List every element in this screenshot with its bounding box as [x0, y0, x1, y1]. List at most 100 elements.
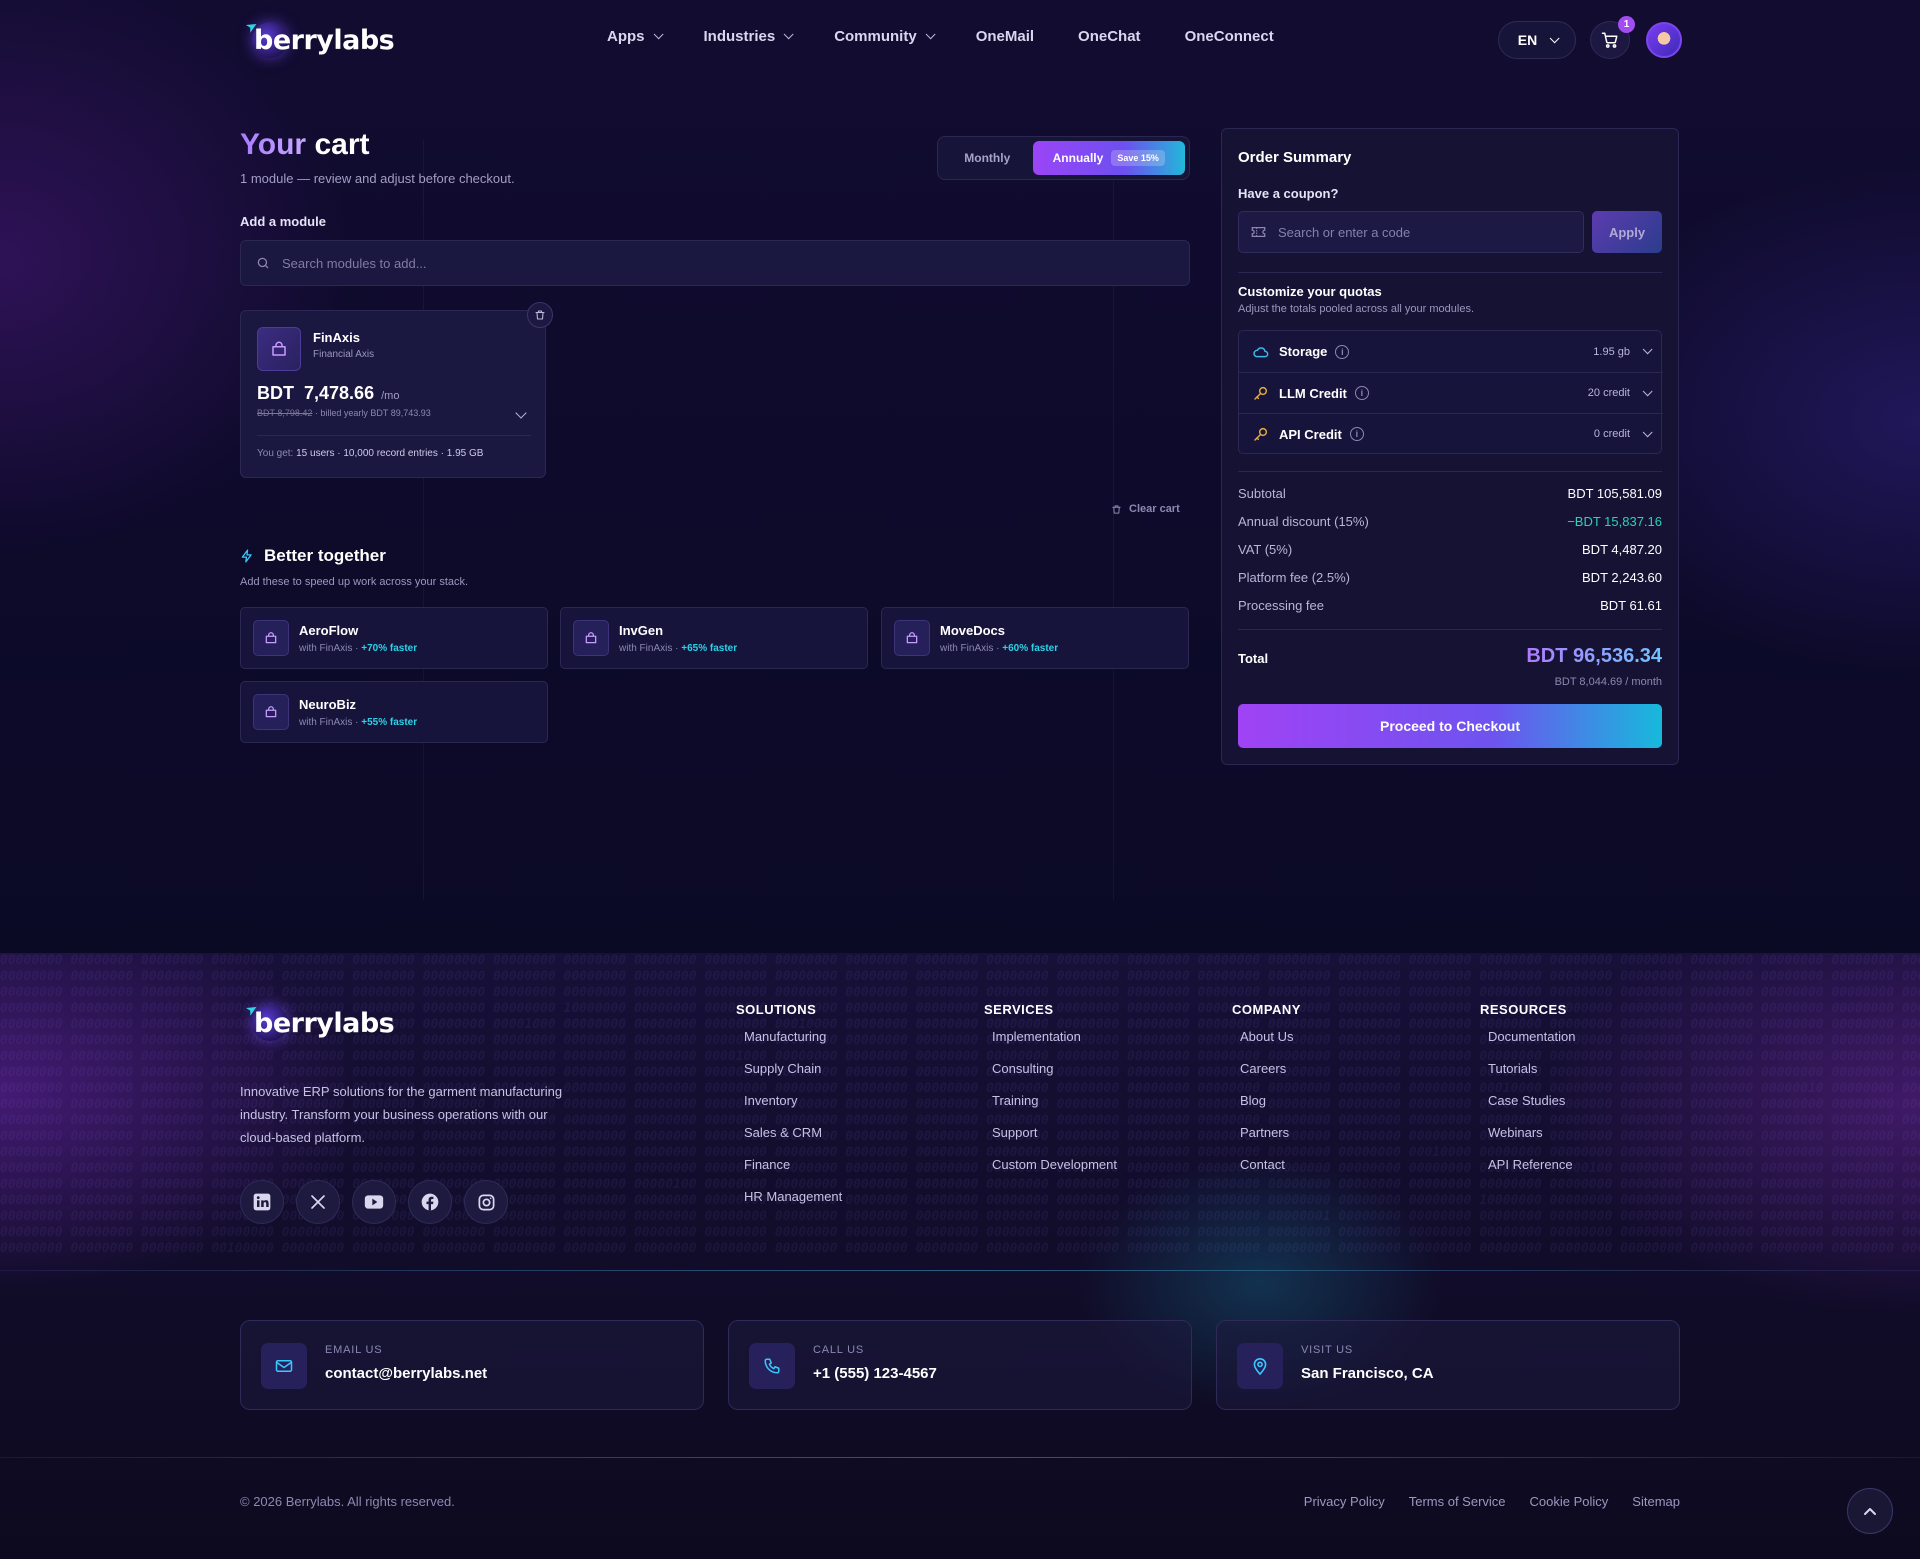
- clear-cart-button[interactable]: Clear cart: [1111, 503, 1180, 515]
- top-navigation: ➤ berrylabs Apps Industries Community On…: [240, 0, 1682, 80]
- contact-value: contact@berrylabs.net: [325, 1365, 488, 1382]
- nav-link-oneconnect[interactable]: OneConnect: [1185, 28, 1274, 45]
- proceed-to-checkout-button[interactable]: Proceed to Checkout: [1238, 704, 1662, 748]
- info-icon[interactable]: i: [1354, 386, 1369, 400]
- line-value: BDT 2,243.60: [1582, 570, 1662, 585]
- brand-name: berrylabs: [254, 1007, 395, 1039]
- module-icon: [253, 620, 289, 656]
- module-billed-yearly: · billed yearly BDT 89,743.93: [314, 408, 431, 418]
- nav-link-onechat[interactable]: OneChat: [1078, 28, 1141, 45]
- facebook-link[interactable]: [408, 1180, 452, 1224]
- footer-link[interactable]: About Us: [1240, 1029, 1301, 1061]
- footer-link[interactable]: Partners: [1240, 1125, 1301, 1157]
- footer-link[interactable]: Contact: [1240, 1157, 1301, 1189]
- cookie-policy-link[interactable]: Cookie Policy: [1530, 1494, 1609, 1509]
- contact-card-phone[interactable]: CALL US +1 (555) 123-4567: [728, 1320, 1192, 1410]
- footer-link[interactable]: Tutorials: [1488, 1061, 1575, 1093]
- quota-list: Storage i 1.95 gb LLM Credit i 20 credit…: [1238, 330, 1663, 454]
- footer-link[interactable]: Sales & CRM: [744, 1125, 842, 1157]
- contact-icon-box: [261, 1343, 307, 1389]
- footer-link[interactable]: Case Studies: [1488, 1093, 1575, 1125]
- footer-link[interactable]: Inventory: [744, 1093, 842, 1125]
- linkedin-link[interactable]: [240, 1180, 284, 1224]
- footer-link[interactable]: Blog: [1240, 1093, 1301, 1125]
- info-icon[interactable]: i: [1349, 427, 1364, 441]
- line-label: Annual discount (15%): [1238, 514, 1369, 529]
- footer-link[interactable]: Implementation: [992, 1029, 1117, 1061]
- footer-link[interactable]: Manufacturing: [744, 1029, 842, 1061]
- chevron-down-icon: [1642, 385, 1653, 396]
- nav-link-community[interactable]: Community: [834, 28, 936, 45]
- nav-link-onemail[interactable]: OneMail: [976, 28, 1034, 45]
- line-value: BDT 4,487.20: [1582, 542, 1662, 557]
- quota-name: Storage: [1279, 344, 1328, 359]
- footer-link[interactable]: Training: [992, 1093, 1117, 1125]
- module-icon: [257, 327, 301, 371]
- footer-brand-logo[interactable]: ➤ berrylabs: [240, 999, 395, 1045]
- youtube-link[interactable]: [352, 1180, 396, 1224]
- suggested-module-invgen[interactable]: InvGen with FinAxis · +65% faster: [560, 607, 868, 669]
- chevron-down-icon: [783, 29, 794, 40]
- x-icon: [311, 1195, 325, 1209]
- suggested-module-detail: with FinAxis · +60% faster: [940, 643, 1058, 654]
- language-selector[interactable]: EN: [1498, 21, 1576, 59]
- footer-link[interactable]: API Reference: [1488, 1157, 1575, 1189]
- billing-annually-label: Annually: [1052, 151, 1104, 165]
- terms-of-service-link[interactable]: Terms of Service: [1409, 1494, 1506, 1509]
- suggested-module-movedocs[interactable]: MoveDocs with FinAxis · +60% faster: [881, 607, 1189, 669]
- chevron-down-icon: [925, 29, 936, 40]
- chevron-up-icon: [1864, 1508, 1876, 1515]
- module-search-input[interactable]: [282, 255, 1132, 271]
- contact-card-email[interactable]: EMAIL US contact@berrylabs.net: [240, 1320, 704, 1410]
- suggested-module-detail: with FinAxis · +65% faster: [619, 643, 737, 654]
- suggested-module-detail: with FinAxis · +55% faster: [299, 717, 417, 728]
- quota-row-api-credit[interactable]: API Credit i 0 credit: [1239, 413, 1663, 454]
- contact-label: EMAIL US: [325, 1344, 383, 1356]
- footer-link[interactable]: Webinars: [1488, 1125, 1575, 1157]
- privacy-policy-link[interactable]: Privacy Policy: [1304, 1494, 1385, 1509]
- quota-name: LLM Credit: [1279, 385, 1347, 401]
- key-icon: [1254, 386, 1268, 400]
- chevron-down-icon[interactable]: [515, 407, 527, 419]
- footer-link[interactable]: Custom Development: [992, 1157, 1117, 1189]
- quota-row-llm-credit[interactable]: LLM Credit i 20 credit: [1239, 372, 1663, 413]
- instagram-link[interactable]: [464, 1180, 508, 1224]
- footer-link[interactable]: Documentation: [1488, 1029, 1575, 1061]
- suggested-module-with: with FinAxis ·: [940, 643, 1000, 654]
- footer-link[interactable]: HR Management: [744, 1189, 842, 1221]
- speed-boost: +60% faster: [1002, 643, 1059, 654]
- cart-button[interactable]: 1: [1590, 16, 1635, 59]
- coupon-input[interactable]: [1278, 224, 1578, 240]
- quota-value: 1.95 gb: [1593, 345, 1630, 358]
- cart-count-badge: 1: [1618, 16, 1635, 33]
- contact-card-location[interactable]: VISIT US San Francisco, CA: [1216, 1320, 1680, 1410]
- footer-link[interactable]: Supply Chain: [744, 1061, 842, 1093]
- nav-link-label: Industries: [703, 28, 776, 45]
- footer-link[interactable]: Careers: [1240, 1061, 1301, 1093]
- user-avatar[interactable]: [1646, 22, 1682, 58]
- speed-boost: +70% faster: [361, 643, 418, 654]
- suggested-module-neurobiz[interactable]: NeuroBiz with FinAxis · +55% faster: [240, 681, 548, 743]
- quota-row-storage[interactable]: Storage i 1.95 gb: [1239, 331, 1663, 372]
- info-icon[interactable]: i: [1335, 344, 1350, 359]
- billing-annually-option[interactable]: Annually Save 15%: [1032, 141, 1185, 175]
- legal-links: Privacy Policy Terms of Service Cookie P…: [1304, 1494, 1680, 1509]
- page-title-rest: cart: [314, 128, 370, 161]
- billing-monthly-option[interactable]: Monthly: [942, 141, 1033, 175]
- total-monthly: BDT 8,044.69 / month: [1554, 676, 1662, 688]
- footer-link[interactable]: Finance: [744, 1157, 842, 1189]
- sitemap-link[interactable]: Sitemap: [1632, 1494, 1680, 1509]
- footer-description: Innovative ERP solutions for the garment…: [240, 1084, 563, 1145]
- nav-link-apps[interactable]: Apps: [607, 28, 664, 45]
- brand-logo[interactable]: ➤ berrylabs: [240, 16, 395, 62]
- scroll-to-top-button[interactable]: [1847, 1488, 1893, 1534]
- language-label: EN: [1517, 32, 1538, 48]
- nav-link-industries[interactable]: Industries: [703, 28, 794, 45]
- suggested-module-aeroflow[interactable]: AeroFlow with FinAxis · +70% faster: [240, 607, 548, 669]
- x-link[interactable]: [296, 1180, 340, 1224]
- footer-link[interactable]: Support: [992, 1125, 1117, 1157]
- remove-item-button[interactable]: [527, 302, 553, 328]
- footer-link[interactable]: Consulting: [992, 1061, 1117, 1093]
- apply-coupon-button[interactable]: Apply: [1592, 211, 1662, 253]
- cloud-icon: [1253, 346, 1269, 357]
